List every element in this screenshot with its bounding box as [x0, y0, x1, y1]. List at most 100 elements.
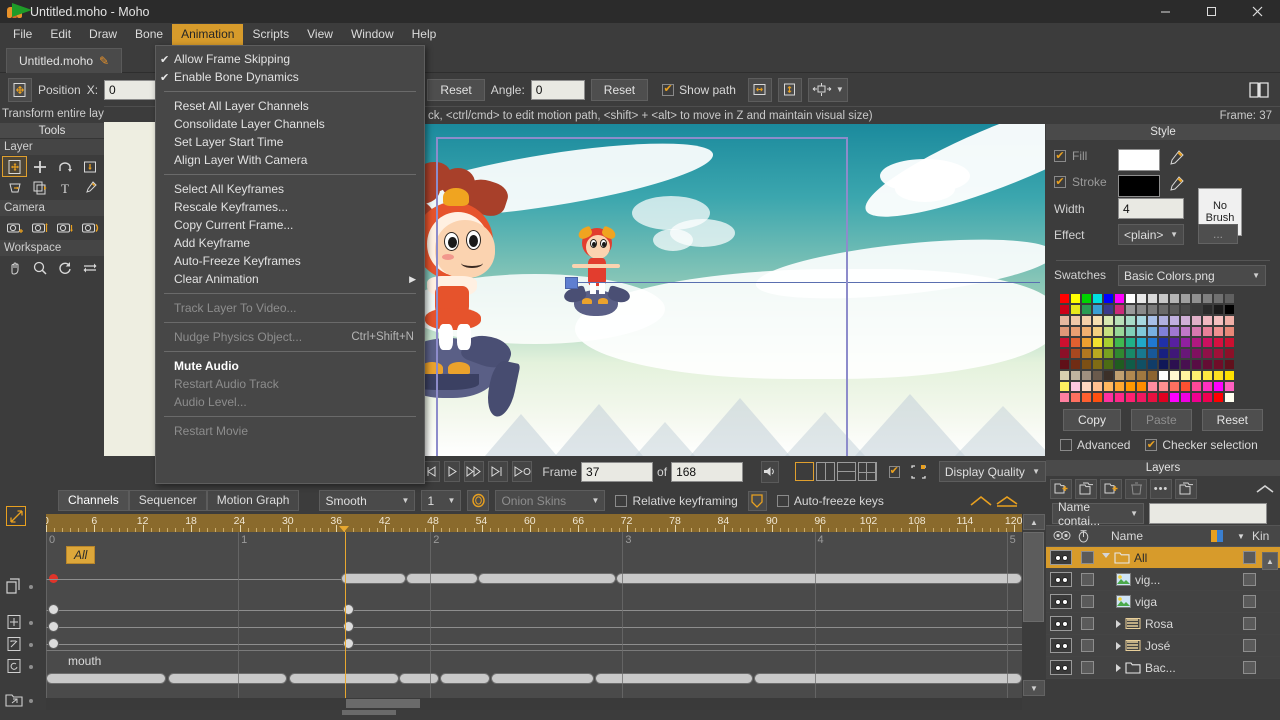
menu-item-rescale-keyframes[interactable]: Rescale Keyframes...: [156, 198, 424, 216]
menu-view[interactable]: View: [298, 24, 342, 45]
palette-swatch[interactable]: [1147, 348, 1158, 359]
timeline-vertical-scrollbar[interactable]: ▲ ▼: [1022, 514, 1046, 698]
swatches-dropdown[interactable]: Basic Colors.png ▼: [1118, 265, 1266, 286]
play-icon[interactable]: [444, 461, 461, 482]
fill-eyedropper-icon[interactable]: [1166, 148, 1186, 168]
chevron-right-icon[interactable]: [1116, 641, 1121, 650]
all-layer-badge[interactable]: All: [66, 546, 96, 564]
translate-channel-icon[interactable]: [6, 614, 23, 630]
layer-row[interactable]: Bac...: [1046, 657, 1280, 679]
palette-swatch[interactable]: [1136, 348, 1147, 359]
palette-swatch[interactable]: [1059, 304, 1070, 315]
selection-bounds-icon[interactable]: [910, 464, 927, 480]
palette-swatch[interactable]: [1180, 326, 1191, 337]
palette-swatch[interactable]: [1114, 392, 1125, 403]
animation-dropdown-menu[interactable]: ✔ Allow Frame Skipping ✔ Enable Bone Dynami…: [155, 45, 425, 484]
menu-item-copy-current-frame[interactable]: Copy Current Frame...: [156, 216, 424, 234]
chevron-right-icon[interactable]: [1116, 663, 1121, 672]
scale-tool-icon[interactable]: ▼: [807, 77, 848, 102]
palette-swatch[interactable]: [1081, 348, 1092, 359]
palette-swatch[interactable]: [1092, 348, 1103, 359]
palette-swatch[interactable]: [1158, 370, 1169, 381]
palette-swatch[interactable]: [1180, 293, 1191, 304]
set-origin-icon[interactable]: [27, 177, 52, 198]
layer-color-box[interactable]: [1243, 661, 1256, 674]
eyedropper-icon[interactable]: [77, 177, 102, 198]
palette-swatch[interactable]: [1136, 392, 1147, 403]
palette-swatch[interactable]: [1202, 315, 1213, 326]
palette-swatch[interactable]: [1191, 304, 1202, 315]
visibility-eye-icon[interactable]: [1050, 550, 1072, 565]
palette-swatch[interactable]: [1158, 337, 1169, 348]
loop-play-icon[interactable]: [512, 461, 533, 482]
palette-swatch[interactable]: [1092, 381, 1103, 392]
palette-swatch[interactable]: [1114, 381, 1125, 392]
palette-swatch[interactable]: [1114, 315, 1125, 326]
tab-channels[interactable]: Channels: [58, 490, 129, 511]
palette-swatch[interactable]: [1059, 337, 1070, 348]
menu-window[interactable]: Window: [342, 24, 403, 45]
palette-swatch[interactable]: [1070, 392, 1081, 403]
color-palette[interactable]: [1059, 293, 1280, 403]
duplicate-layer-icon[interactable]: [1075, 479, 1097, 499]
menu-item-set-layer-start-time[interactable]: Set Layer Start Time: [156, 133, 424, 151]
tab-motion-graph[interactable]: Motion Graph: [206, 490, 300, 511]
palette-swatch[interactable]: [1081, 392, 1092, 403]
chevron-right-icon[interactable]: [1116, 619, 1121, 628]
palette-swatch[interactable]: [1191, 392, 1202, 403]
rotate-workspace-icon[interactable]: [52, 257, 77, 278]
palette-swatch[interactable]: [1070, 315, 1081, 326]
palette-swatch[interactable]: [1180, 370, 1191, 381]
menu-item-reset-all-layer-channels[interactable]: Reset All Layer Channels: [156, 97, 424, 115]
palette-swatch[interactable]: [1169, 370, 1180, 381]
mouth-keyframe-segment[interactable]: [399, 673, 439, 684]
palette-swatch[interactable]: [1180, 337, 1191, 348]
palette-swatch[interactable]: [1147, 326, 1158, 337]
palette-swatch[interactable]: [1224, 315, 1235, 326]
layer-row[interactable]: All▼: [1046, 547, 1280, 569]
roll-camera-icon[interactable]: [52, 217, 77, 238]
palette-swatch[interactable]: [1169, 392, 1180, 403]
menu-item-allow-frame-skipping[interactable]: ✔ Allow Frame Skipping: [156, 50, 424, 68]
palette-swatch[interactable]: [1147, 381, 1158, 392]
palette-swatch[interactable]: [1158, 326, 1169, 337]
layer-color-box[interactable]: [1243, 551, 1256, 564]
mouth-keyframe-segment[interactable]: [440, 673, 490, 684]
palette-swatch[interactable]: [1059, 326, 1070, 337]
palette-swatch[interactable]: [1224, 381, 1235, 392]
palette-swatch[interactable]: [1224, 337, 1235, 348]
flip-vertical-icon[interactable]: [777, 77, 802, 102]
paste-button[interactable]: Paste: [1130, 409, 1192, 431]
palette-swatch[interactable]: [1125, 315, 1136, 326]
palette-swatch[interactable]: [1125, 370, 1136, 381]
tab-sequencer[interactable]: Sequencer: [128, 490, 207, 511]
rotate-channel-icon[interactable]: [6, 658, 23, 674]
keyframe-segment[interactable]: [616, 573, 1022, 584]
palette-swatch[interactable]: [1224, 370, 1235, 381]
palette-swatch[interactable]: [1136, 304, 1147, 315]
palette-swatch[interactable]: [1202, 370, 1213, 381]
layer-row[interactable]: vig...: [1046, 569, 1280, 591]
layer-row[interactable]: José: [1046, 635, 1280, 657]
palette-swatch[interactable]: [1213, 348, 1224, 359]
palette-swatch[interactable]: [1125, 392, 1136, 403]
palette-swatch[interactable]: [1125, 293, 1136, 304]
document-tab[interactable]: Untitled.moho ✎: [6, 48, 123, 73]
palette-swatch[interactable]: [1224, 392, 1235, 403]
scroll-thumb[interactable]: [1023, 532, 1044, 622]
play-to-end-icon[interactable]: [488, 461, 509, 482]
palette-swatch[interactable]: [1180, 315, 1191, 326]
zoom-camera-icon[interactable]: [27, 217, 52, 238]
rotate-layer-xy-icon[interactable]: [52, 156, 77, 177]
palette-swatch[interactable]: [1213, 337, 1224, 348]
effect-more-button[interactable]: ...: [1198, 224, 1238, 244]
palette-swatch[interactable]: [1114, 337, 1125, 348]
palette-swatch[interactable]: [1092, 370, 1103, 381]
palette-swatch[interactable]: [1224, 304, 1235, 315]
minimize-icon[interactable]: [1142, 0, 1188, 23]
copy-button[interactable]: Copy: [1062, 409, 1121, 431]
x-input[interactable]: [104, 79, 161, 100]
visibility-eye-icon[interactable]: [1050, 616, 1072, 631]
angle-input[interactable]: [530, 79, 585, 100]
palette-swatch[interactable]: [1103, 304, 1114, 315]
